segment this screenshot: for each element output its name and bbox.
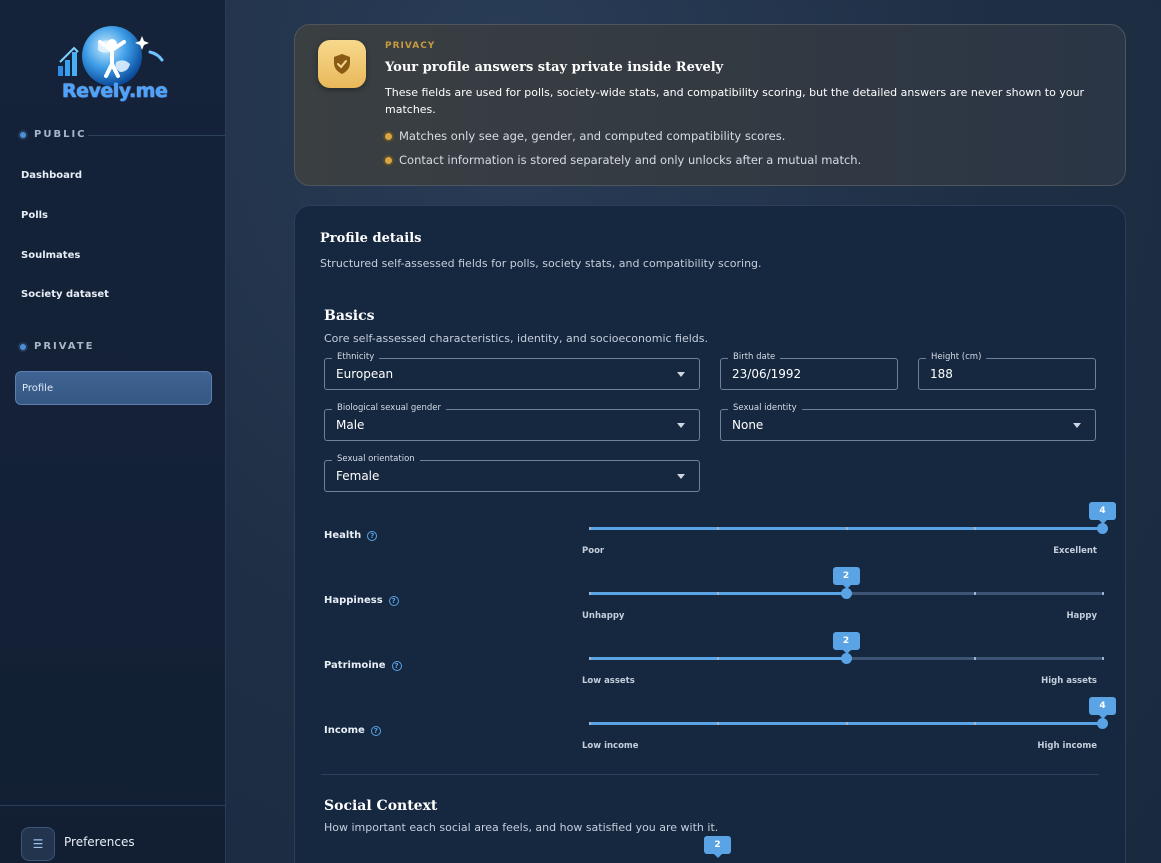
slider-tick <box>717 527 720 530</box>
slider-tick <box>973 722 976 725</box>
help-icon[interactable]: ? <box>367 530 378 541</box>
slider-tick <box>973 592 976 595</box>
bullet-dot-icon <box>385 132 392 140</box>
slider-tick <box>589 527 591 530</box>
privacy-bullet: Matches only see age, gender, and comput… <box>385 129 785 143</box>
main-content: PRIVACY Your profile answers stay privat… <box>226 0 1161 863</box>
help-icon[interactable]: ? <box>370 725 381 736</box>
slider-track[interactable]: 4 <box>589 697 1116 729</box>
caret-down-icon <box>677 423 685 428</box>
slider-tick <box>589 722 591 725</box>
section-label-public: PUBLIC <box>20 129 228 140</box>
slider-happiness: Happiness ? 2 Unhappy Happy <box>295 567 1127 623</box>
slider-tick <box>973 657 976 660</box>
privacy-description: These fields are used for polls, society… <box>385 86 1085 116</box>
basics-title: Basics <box>324 308 375 324</box>
sidebar-item-profile[interactable]: Profile <box>15 371 212 405</box>
slider-income: Income ? 4 Low income High income <box>295 697 1127 753</box>
ethnicity-select[interactable]: Ethnicity European <box>324 352 700 390</box>
slider-patrimoine: Patrimoine ? 2 Low assets High assets <box>295 632 1127 688</box>
slider-tick <box>845 722 848 725</box>
slider-value-bubble: 4 <box>1089 502 1116 524</box>
slider-health: Health ? 4 Poor Excellent <box>295 502 1127 558</box>
slider-thumb[interactable] <box>840 653 852 664</box>
sidebar-item-dashboard[interactable]: Dashboard <box>15 159 212 193</box>
sliders-icon[interactable]: ☰ <box>21 827 55 861</box>
slider-tick <box>845 527 848 530</box>
privacy-bullet: Contact information is stored separately… <box>385 153 861 167</box>
sidebar-footer: ☰ Preferences <box>0 805 226 863</box>
logo-text: Revely.me <box>62 80 168 102</box>
slider-tick <box>973 527 976 530</box>
birth-date-field[interactable]: Birth date 23/06/1992 <box>720 352 898 390</box>
sidebar: Revely.me PUBLIC Dashboard Polls Soulmat… <box>0 0 228 863</box>
slider-thumb[interactable] <box>1097 523 1108 534</box>
help-icon[interactable]: ? <box>391 660 402 671</box>
privacy-title: Your profile answers stay private inside… <box>385 60 724 75</box>
slider-tick <box>589 592 591 595</box>
slider-value-bubble: 2 <box>832 567 860 589</box>
section-label-private: PRIVATE <box>20 341 94 352</box>
help-icon[interactable]: ? <box>388 595 399 606</box>
slider-value-bubble: 2 <box>832 632 860 654</box>
slider-tick <box>717 592 720 595</box>
app-logo[interactable]: Revely.me <box>50 22 170 106</box>
sidebar-item-society-dataset[interactable]: Society dataset <box>15 278 212 312</box>
privacy-card: PRIVACY Your profile answers stay privat… <box>294 24 1126 186</box>
slider-thumb[interactable] <box>840 588 852 599</box>
profile-title: Profile details <box>320 231 422 246</box>
biological-gender-select[interactable]: Biological sexual gender Male <box>324 403 700 441</box>
slider-value-bubble: 4 <box>1089 697 1116 719</box>
shield-icon <box>318 40 366 88</box>
section-dot-icon <box>20 343 26 350</box>
slider-tick <box>1102 592 1104 595</box>
slider-tick <box>717 722 720 725</box>
caret-down-icon <box>677 474 685 479</box>
basics-subtitle: Core self-assessed characteristics, iden… <box>324 332 709 345</box>
privacy-eyebrow: PRIVACY <box>385 41 436 51</box>
slider-thumb[interactable] <box>1097 718 1108 729</box>
slider-track[interactable]: 2 <box>589 632 1104 664</box>
section-divider <box>321 774 1099 775</box>
sexual-identity-select[interactable]: Sexual identity None <box>720 403 1096 441</box>
bullet-dot-icon <box>385 156 392 164</box>
preferences-link[interactable]: Preferences <box>64 835 135 849</box>
social-context-subtitle: How important each social area feels, an… <box>324 821 719 834</box>
caret-down-icon <box>1073 423 1081 428</box>
slider-tick <box>589 657 591 660</box>
sexual-orientation-select[interactable]: Sexual orientation Female <box>324 454 700 492</box>
profile-details-card: Profile details Structured self-assessed… <box>294 205 1126 863</box>
slider-track[interactable]: 4 <box>589 502 1116 534</box>
social-context-title: Social Context <box>324 798 438 814</box>
caret-down-icon <box>677 372 685 377</box>
sidebar-item-polls[interactable]: Polls <box>15 199 212 233</box>
section-dot-icon <box>20 131 26 138</box>
slider-value-bubble: 2 <box>704 836 731 858</box>
sidebar-item-soulmates[interactable]: Soulmates <box>15 239 212 273</box>
profile-subtitle: Structured self-assessed fields for poll… <box>320 257 762 270</box>
height-field[interactable]: Height (cm) 188 <box>918 352 1096 390</box>
slider-track[interactable]: 2 <box>589 567 1104 599</box>
slider-tick <box>1102 657 1104 660</box>
slider-tick <box>717 657 720 660</box>
